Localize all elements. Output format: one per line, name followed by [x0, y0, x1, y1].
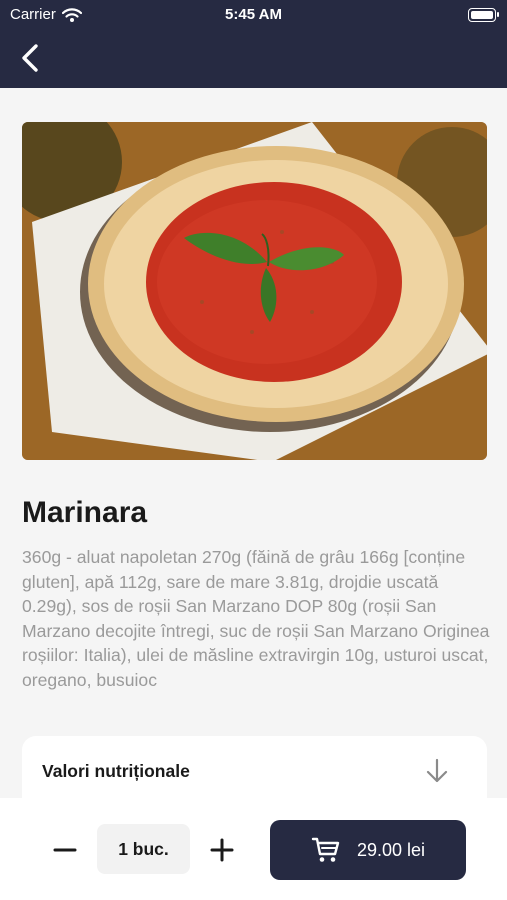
- product-title: Marinara: [22, 496, 148, 529]
- increase-quantity-button[interactable]: [206, 830, 238, 870]
- add-to-cart-button[interactable]: 29.00 lei: [270, 820, 466, 880]
- arrow-down-icon: [426, 758, 448, 783]
- quantity-display: 1 buc.: [97, 824, 190, 874]
- product-content: Marinara 360g - aluat napoletan 270g (fă…: [0, 88, 507, 816]
- status-time: 5:45 AM: [225, 6, 282, 23]
- status-bar: Carrier 5:45 AM: [0, 0, 507, 30]
- decrease-quantity-button[interactable]: [50, 830, 80, 870]
- back-button[interactable]: [16, 42, 48, 74]
- top-bar: Carrier 5:45 AM: [0, 0, 507, 88]
- cart-price: 29.00 lei: [356, 839, 426, 860]
- order-bar: 1 buc. 29.00 lei: [0, 798, 507, 900]
- battery-level: [471, 11, 493, 19]
- battery-icon: [468, 8, 499, 22]
- nutrition-label: Valori nutriționale: [42, 761, 190, 781]
- product-description: 360g - aluat napoletan 270g (făină de gr…: [22, 547, 490, 690]
- cart-icon: [311, 837, 340, 862]
- product-image: [22, 122, 487, 460]
